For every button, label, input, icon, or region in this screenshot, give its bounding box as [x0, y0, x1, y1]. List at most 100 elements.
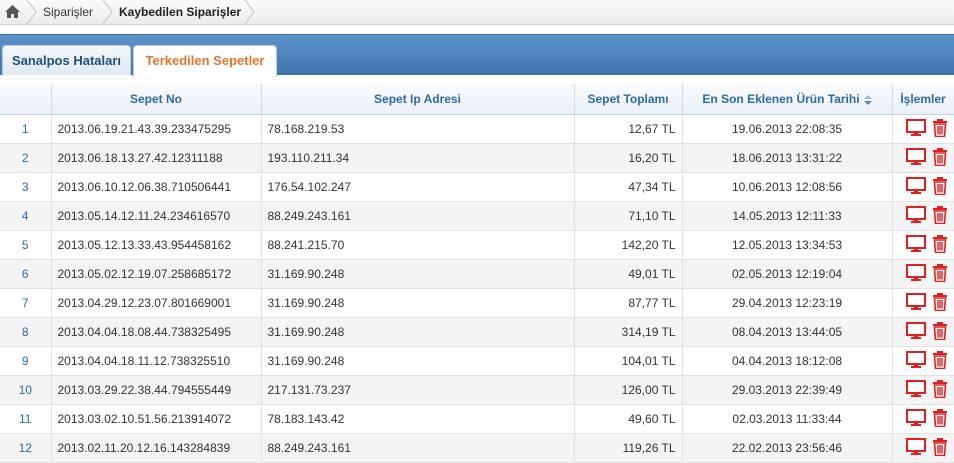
last-added-date-cell: 14.05.2013 12:11:33 — [682, 201, 893, 231]
table-row[interactable]: 4 2013.05.14.12.11.24.234616570 88.249.243… — [0, 201, 954, 231]
actions-cell — [892, 201, 954, 231]
breadcrumb-separator — [244, 0, 255, 24]
trash-icon[interactable] — [932, 380, 948, 400]
trash-icon[interactable] — [932, 293, 948, 313]
sepet-no-cell: 2013.05.14.12.11.24.234616570 — [51, 201, 262, 231]
monitor-icon[interactable] — [905, 351, 926, 371]
row-index: 12 — [0, 433, 52, 463]
cart-total-cell: 16,20 TL — [574, 143, 683, 173]
tab-bar: Sanalpos Hataları Terkedilen Sepetler — [0, 34, 954, 77]
table-row[interactable]: 10 2013.03.29.22.38.44.794555449 217.131.7… — [0, 375, 954, 405]
cart-total-cell: 142,20 TL — [574, 230, 683, 260]
row-index: 11 — [0, 404, 52, 434]
ip-address-cell: 88.249.243.161 — [261, 433, 575, 463]
monitor-icon[interactable] — [905, 322, 926, 342]
row-index: 7 — [0, 288, 52, 318]
actions-cell — [892, 230, 954, 260]
column-header-toplam[interactable]: Sepet Toplamı — [574, 84, 683, 115]
column-header-ip[interactable]: Sepet Ip Adresi — [261, 84, 575, 115]
last-added-date-cell: 04.04.2013 18:12:08 — [682, 346, 893, 376]
trash-icon[interactable] — [932, 264, 948, 284]
column-header-tarih[interactable]: En Son Eklenen Ürün Tarihi — [682, 84, 893, 115]
breadcrumb-separator — [26, 0, 37, 24]
last-added-date-cell: 02.03.2013 11:33:44 — [682, 404, 893, 434]
ip-address-cell: 217.131.73.237 — [261, 375, 575, 405]
trash-icon[interactable] — [932, 148, 948, 168]
sepet-no-cell: 2013.04.04.18.11.12.738325510 — [51, 346, 262, 376]
last-added-date-cell: 02.05.2013 12:19:04 — [682, 259, 893, 289]
breadcrumb-item-siparisler[interactable]: Siparişler — [43, 0, 93, 24]
actions-cell — [892, 346, 954, 376]
ip-address-cell: 176.54.102.247 — [261, 172, 575, 202]
table-row[interactable]: 5 2013.05.12.13.33.43.954458162 88.241.215… — [0, 230, 954, 260]
table-row[interactable]: 3 2013.06.10.12.06.38.710506441 176.54.102… — [0, 172, 954, 202]
monitor-icon[interactable] — [905, 438, 926, 458]
table-row[interactable]: 6 2013.05.02.12.19.07.258685172 31.169.90.… — [0, 259, 954, 289]
last-added-date-cell: 29.04.2013 12:23:19 — [682, 288, 893, 318]
actions-cell — [892, 433, 954, 463]
row-index: 8 — [0, 317, 52, 347]
trash-icon[interactable] — [932, 409, 948, 429]
column-header-index — [0, 84, 52, 115]
breadcrumb-home[interactable] — [0, 0, 26, 24]
table-row[interactable]: 7 2013.04.29.12.23.07.801669001 31.169.90.… — [0, 288, 954, 318]
row-index: 6 — [0, 259, 52, 289]
breadcrumb: Siparişler Kaybedilen Siparişler — [0, 0, 954, 25]
row-index: 5 — [0, 230, 52, 260]
monitor-icon[interactable] — [905, 409, 926, 429]
cart-total-cell: 49,60 TL — [574, 404, 683, 434]
table-row[interactable]: 8 2013.04.04.18.08.44.738325495 31.169.90.… — [0, 317, 954, 347]
actions-cell — [892, 288, 954, 318]
last-added-date-cell: 19.06.2013 22:08:35 — [682, 114, 893, 144]
tab-terkedilen-sepetler[interactable]: Terkedilen Sepetler — [133, 45, 277, 77]
ip-address-cell: 193.110.211.34 — [261, 143, 575, 173]
trash-icon[interactable] — [932, 119, 948, 139]
cart-total-cell: 126,00 TL — [574, 375, 683, 405]
last-added-date-cell: 22.02.2013 23:56:46 — [682, 433, 893, 463]
monitor-icon[interactable] — [905, 264, 926, 284]
column-header-sepet-no[interactable]: Sepet No — [51, 84, 262, 115]
row-index: 10 — [0, 375, 52, 405]
row-index: 3 — [0, 172, 52, 202]
monitor-icon[interactable] — [905, 177, 926, 197]
trash-icon[interactable] — [932, 206, 948, 226]
table-row[interactable]: 11 2013.03.02.10.51.56.213914072 78.183.14… — [0, 404, 954, 434]
sort-icon — [863, 94, 872, 105]
trash-icon[interactable] — [932, 351, 948, 371]
ip-address-cell: 31.169.90.248 — [261, 346, 575, 376]
actions-cell — [892, 143, 954, 173]
trash-icon[interactable] — [932, 177, 948, 197]
tab-sanalpos-hatalari[interactable]: Sanalpos Hataları — [2, 45, 131, 75]
last-added-date-cell: 29.03.2013 22:39:49 — [682, 375, 893, 405]
ip-address-cell: 88.241.215.70 — [261, 230, 575, 260]
cart-total-cell: 119,26 TL — [574, 433, 683, 463]
abandoned-carts-table: Sepet No Sepet Ip Adresi Sepet Toplamı E… — [0, 84, 954, 463]
monitor-icon[interactable] — [905, 119, 926, 139]
table-row[interactable]: 9 2013.04.04.18.11.12.738325510 31.169.90.… — [0, 346, 954, 376]
trash-icon[interactable] — [932, 438, 948, 458]
table-row[interactable]: 1 2013.06.19.21.43.39.233475295 78.168.219… — [0, 114, 954, 144]
monitor-icon[interactable] — [905, 206, 926, 226]
table-row[interactable]: 12 2013.02.11.20.12.16.143284839 88.249.24… — [0, 433, 954, 463]
actions-cell — [892, 375, 954, 405]
last-added-date-cell: 18.06.2013 13:31:22 — [682, 143, 893, 173]
actions-cell — [892, 259, 954, 289]
monitor-icon[interactable] — [905, 235, 926, 255]
ip-address-cell: 31.169.90.248 — [261, 317, 575, 347]
trash-icon[interactable] — [932, 322, 948, 342]
last-added-date-cell: 08.04.2013 13:44:05 — [682, 317, 893, 347]
row-index: 1 — [0, 114, 52, 144]
monitor-icon[interactable] — [905, 380, 926, 400]
monitor-icon[interactable] — [905, 293, 926, 313]
table-header-row: Sepet No Sepet Ip Adresi Sepet Toplamı E… — [0, 84, 954, 115]
table-row[interactable]: 2 2013.06.18.13.27.42.12311188 193.110.211… — [0, 143, 954, 173]
monitor-icon[interactable] — [905, 148, 926, 168]
trash-icon[interactable] — [932, 235, 948, 255]
sepet-no-cell: 2013.04.04.18.08.44.738325495 — [51, 317, 262, 347]
breadcrumb-separator — [102, 0, 113, 24]
cart-total-cell: 12,67 TL — [574, 114, 683, 144]
cart-total-cell: 87,77 TL — [574, 288, 683, 318]
ip-address-cell: 78.168.219.53 — [261, 114, 575, 144]
ip-address-cell: 31.169.90.248 — [261, 288, 575, 318]
sepet-no-cell: 2013.02.11.20.12.16.143284839 — [51, 433, 262, 463]
